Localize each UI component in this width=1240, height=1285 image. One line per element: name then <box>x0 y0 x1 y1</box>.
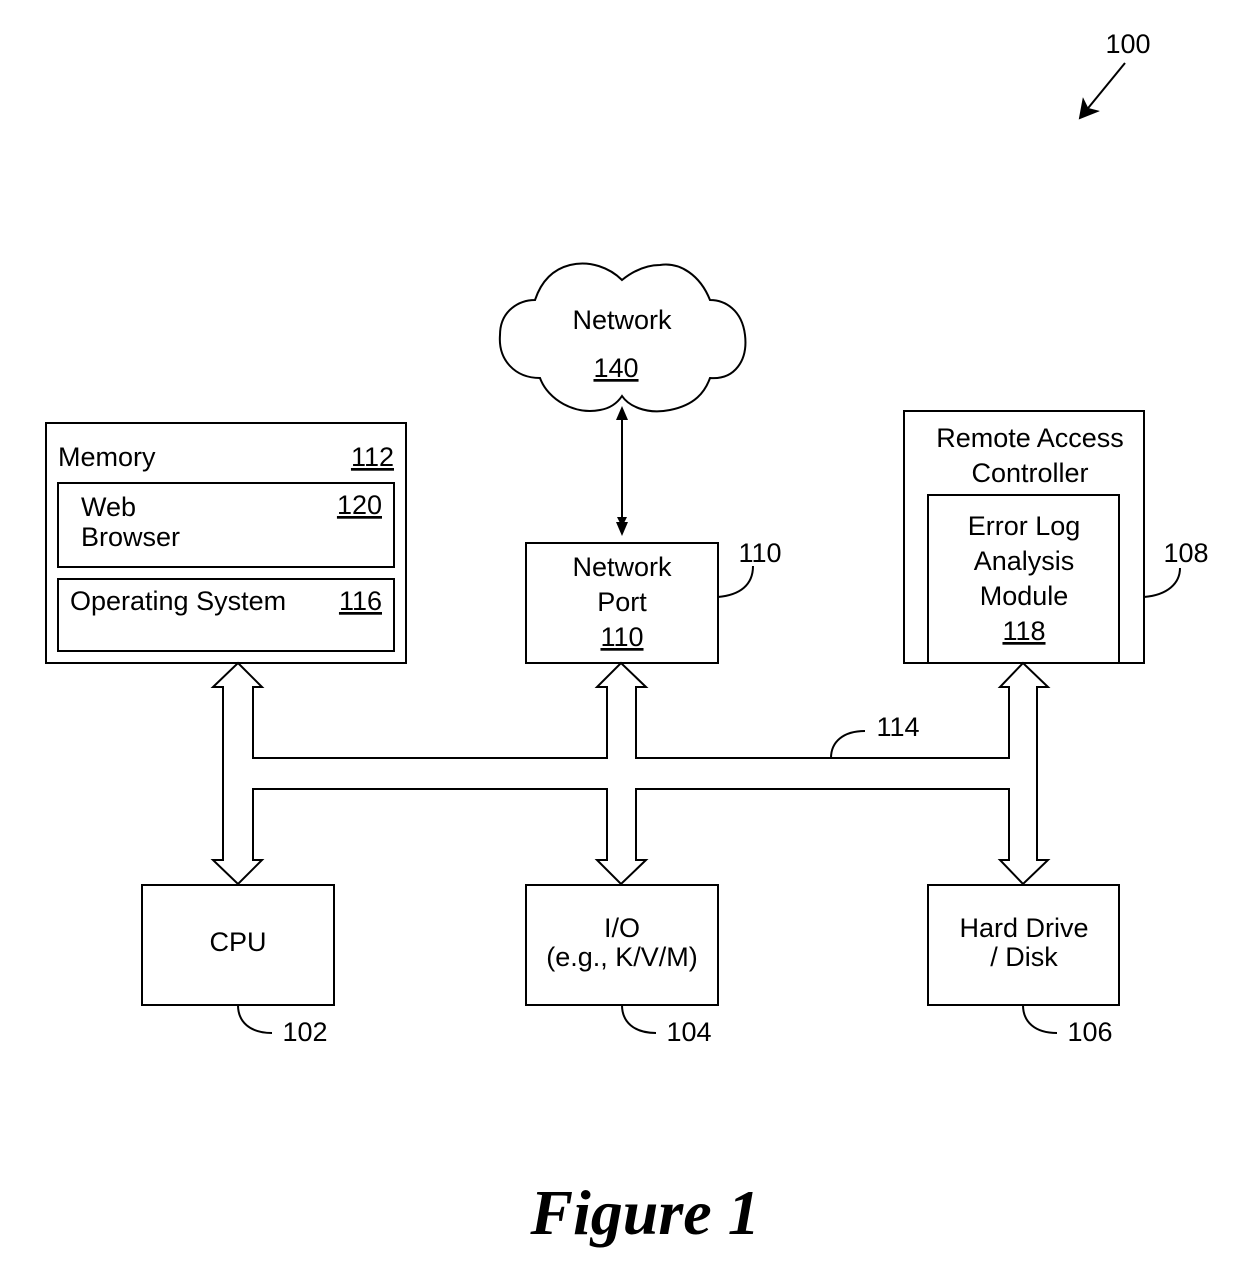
network-cloud: Network 140 <box>498 262 747 413</box>
cpu-callout-leader <box>237 1004 273 1034</box>
memory-box: Memory 112 Web Browser 120 Operating Sys… <box>45 422 407 664</box>
error-log-ref: 118 <box>1002 616 1045 646</box>
network-port-callout: 110 <box>738 538 781 568</box>
system-diagram: 100 Network 140 Memory 112 Web Browser 1… <box>45 29 1209 1248</box>
remote-access-controller-box: Remote Access Controller Error Log Analy… <box>903 410 1145 664</box>
network-port-box: Network Port 110 <box>525 542 719 664</box>
io-label-line1: I/O <box>604 913 640 943</box>
hard-drive-box: Hard Drive / Disk <box>927 884 1120 1006</box>
rac-callout: 108 <box>1163 538 1208 568</box>
io-callout-leader <box>621 1004 657 1034</box>
web-browser-box: Web Browser 120 <box>57 482 395 568</box>
error-log-label-line3: Module <box>980 581 1069 611</box>
memory-label: Memory <box>58 442 156 472</box>
hard-drive-callout: 106 <box>1067 1017 1112 1047</box>
cpu-callout: 102 <box>282 1017 327 1047</box>
error-log-label-line2: Analysis <box>974 546 1075 576</box>
memory-ref: 112 <box>351 442 394 472</box>
rac-label-line2: Controller <box>971 458 1088 488</box>
hard-drive-callout-leader <box>1022 1004 1058 1034</box>
cpu-label: CPU <box>209 927 266 957</box>
network-ref: 140 <box>593 353 638 383</box>
figure-reference-arrow <box>1078 62 1126 120</box>
cpu-box: CPU <box>141 884 335 1006</box>
operating-system-ref: 116 <box>339 586 382 616</box>
bus-callout: 114 <box>876 712 919 742</box>
bus-outline <box>210 661 1051 886</box>
operating-system-label: Operating System <box>70 586 286 616</box>
io-box: I/O (e.g., K/V/M) <box>525 884 719 1006</box>
network-port-label-line1: Network <box>572 552 672 582</box>
figure-reference-number: 100 <box>1105 29 1150 59</box>
operating-system-box: Operating System 116 <box>57 578 395 652</box>
bus-callout-leader <box>830 730 866 759</box>
system-bus <box>210 661 1051 886</box>
network-port-ref: 110 <box>600 622 643 652</box>
web-browser-label-line1: Web <box>81 492 136 522</box>
io-callout: 104 <box>666 1017 711 1047</box>
hard-drive-label-line2: / Disk <box>990 942 1058 972</box>
io-label-line2: (e.g., K/V/M) <box>546 942 698 972</box>
error-log-label-line1: Error Log <box>968 511 1081 541</box>
rac-label-line1: Remote Access <box>936 423 1124 453</box>
rac-callout-leader <box>1143 567 1181 598</box>
web-browser-label-line2: Browser <box>81 522 180 552</box>
network-link-arrowhead-up <box>616 406 628 420</box>
network-label: Network <box>572 305 672 335</box>
web-browser-ref: 120 <box>337 490 382 520</box>
figure-caption: Figure 1 <box>529 1177 759 1248</box>
hard-drive-label-line1: Hard Drive <box>959 913 1088 943</box>
network-link-arrowhead-down <box>616 522 628 536</box>
cloud-shape <box>498 262 747 413</box>
network-port-label-line2: Port <box>597 587 647 617</box>
network-port-callout-leader <box>717 565 754 598</box>
